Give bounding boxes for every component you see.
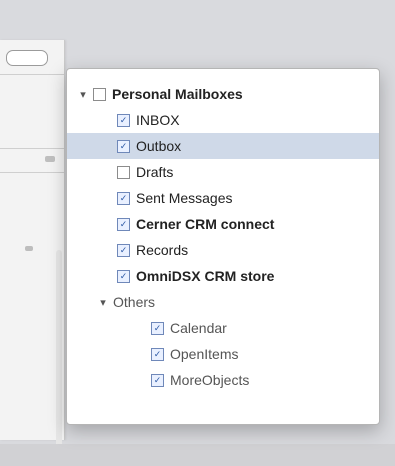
window-toolbar-button[interactable] <box>6 50 48 66</box>
tree-item-label: OpenItems <box>170 346 239 362</box>
mailbox-tree: ▾ Personal Mailboxes ✓ INBOX ✓ Outbox Dr… <box>67 81 379 393</box>
mailbox-popup: ▾ Personal Mailboxes ✓ INBOX ✓ Outbox Dr… <box>66 68 380 425</box>
checkbox-moreobjects[interactable]: ✓ <box>151 373 164 387</box>
tree-item-inbox[interactable]: ✓ INBOX <box>67 107 379 133</box>
tree-item-label: MoreObjects <box>170 372 250 388</box>
tree-item-outbox[interactable]: ✓ Outbox <box>67 133 379 159</box>
disclosure-triangle-icon[interactable]: ▾ <box>77 88 89 101</box>
tree-item-label: Cerner CRM connect <box>136 216 275 232</box>
tree-item-calendar[interactable]: ✓ Calendar <box>67 315 379 341</box>
background-window <box>0 40 65 460</box>
checkbox-outbox[interactable]: ✓ <box>117 139 130 153</box>
chevron-down-icon[interactable] <box>25 246 33 251</box>
tree-item-personal-mailboxes[interactable]: ▾ Personal Mailboxes <box>67 81 379 107</box>
checkbox-drafts[interactable] <box>117 165 130 179</box>
scrollbar[interactable] <box>56 250 62 460</box>
tree-item-label: Outbox <box>136 138 182 154</box>
tree-item-others[interactable]: ▾ Others <box>67 289 379 315</box>
checkbox-personal-mailboxes[interactable] <box>93 87 106 101</box>
tree-item-openitems[interactable]: ✓ OpenItems <box>67 341 379 367</box>
tree-item-drafts[interactable]: Drafts <box>67 159 379 185</box>
row-divider <box>0 148 64 149</box>
checkbox-inbox[interactable]: ✓ <box>117 113 130 127</box>
tree-item-label: INBOX <box>136 112 180 128</box>
tree-item-moreobjects[interactable]: ✓ MoreObjects <box>67 367 379 393</box>
checkbox-calendar[interactable]: ✓ <box>151 321 164 335</box>
tree-item-omnidsx-crm-store[interactable]: ✓ OmniDSX CRM store <box>67 263 379 289</box>
disclosure-triangle-icon[interactable]: ▾ <box>97 296 109 309</box>
tree-item-sent-messages[interactable]: ✓ Sent Messages <box>67 185 379 211</box>
tree-item-label: Others <box>113 294 156 310</box>
checkbox-omnidsx-crm-store[interactable]: ✓ <box>117 269 130 283</box>
bottom-bar <box>0 444 395 466</box>
checkbox-cerner-crm-connect[interactable]: ✓ <box>117 217 130 231</box>
checkbox-records[interactable]: ✓ <box>117 243 130 257</box>
row-divider <box>0 74 64 75</box>
checkbox-openitems[interactable]: ✓ <box>151 347 164 361</box>
tree-item-label: Calendar <box>170 320 227 336</box>
tree-item-label: Drafts <box>136 164 174 180</box>
tree-item-cerner-crm-connect[interactable]: ✓ Cerner CRM connect <box>67 211 379 237</box>
tree-item-label: Records <box>136 242 189 258</box>
tree-item-label: OmniDSX CRM store <box>136 268 275 284</box>
checkbox-sent-messages[interactable]: ✓ <box>117 191 130 205</box>
tree-item-label: Personal Mailboxes <box>112 86 243 102</box>
tree-item-records[interactable]: ✓ Records <box>67 237 379 263</box>
row-divider <box>0 172 64 173</box>
tree-item-label: Sent Messages <box>136 190 233 206</box>
ellipsis-icon[interactable] <box>45 156 55 162</box>
